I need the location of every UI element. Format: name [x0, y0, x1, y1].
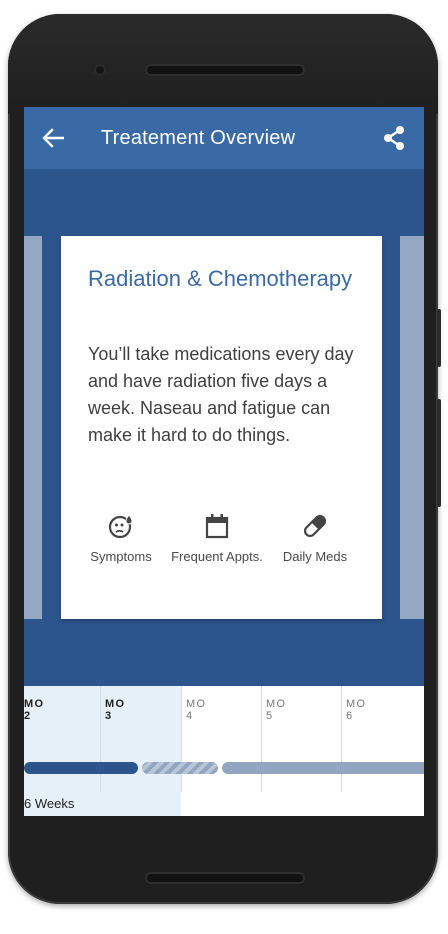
feature-label: Daily Meds — [282, 549, 348, 564]
symptoms-face-icon — [108, 514, 133, 539]
treatment-carousel[interactable]: Radiation & Chemotherapy You’ll take med… — [24, 169, 424, 686]
card-title: Radiation & Chemotherapy — [88, 266, 353, 291]
month-label: MO 2 — [24, 698, 45, 722]
month-label: MO 5 — [266, 698, 287, 722]
back-button[interactable] — [40, 125, 66, 151]
treatment-timeline[interactable]: MO 2 MO 3 MO 4 MO 5 MO 6 6 Weeks — [24, 686, 424, 816]
feature-symptoms[interactable]: Symptoms — [71, 511, 171, 565]
share-button[interactable] — [380, 124, 408, 152]
feature-daily-meds[interactable]: Daily Meds — [265, 511, 365, 565]
volume-button — [437, 399, 441, 507]
month-label: MO 4 — [186, 698, 207, 722]
back-arrow-icon — [42, 128, 64, 148]
treatment-card[interactable]: Radiation & Chemotherapy You’ll take med… — [61, 236, 382, 619]
timeline-month-col[interactable]: MO 3 — [100, 686, 124, 792]
next-card-peek[interactable] — [400, 236, 424, 619]
treatment-bar-upcoming[interactable] — [222, 762, 424, 774]
bottom-speaker — [145, 872, 305, 884]
treatment-bar-current[interactable] — [24, 762, 138, 774]
feature-frequent-appts[interactable]: Frequent Appts. — [167, 511, 267, 565]
timeline-month-col[interactable]: MO 6 — [341, 686, 365, 792]
timeline-month-col[interactable]: MO 4 — [181, 686, 205, 792]
screen: Treatement Overview Radiation & Chemothe… — [24, 107, 424, 816]
pill-icon — [303, 514, 327, 538]
previous-card-peek[interactable] — [24, 236, 42, 619]
front-camera — [94, 64, 106, 76]
treatment-bar-transition[interactable] — [142, 762, 218, 774]
feature-label: Symptoms — [90, 549, 152, 564]
feature-list: Symptoms Frequent Appts. Daily Meds — [71, 511, 371, 591]
earpiece-speaker — [145, 64, 305, 76]
power-button — [437, 309, 441, 367]
feature-label: Frequent Appts. — [171, 549, 263, 564]
page-title: Treatement Overview — [101, 127, 296, 149]
app-bar: Treatement Overview — [24, 107, 424, 169]
timeline-month-col[interactable]: MO 5 — [261, 686, 285, 792]
share-icon — [384, 126, 404, 150]
month-label: MO 6 — [346, 698, 367, 722]
month-label: MO 3 — [105, 698, 126, 722]
duration-label: 6 Weeks — [24, 796, 75, 811]
calendar-icon — [205, 514, 229, 539]
card-description: You’ll take medications every day and ha… — [88, 344, 354, 445]
